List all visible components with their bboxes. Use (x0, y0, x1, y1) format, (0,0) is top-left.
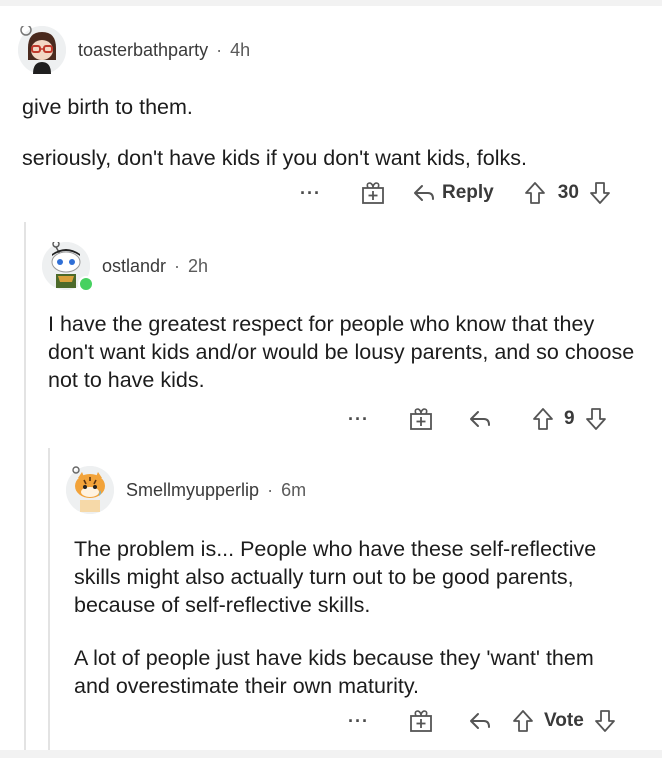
thread-line-1 (24, 222, 26, 750)
snoo-avatar-girl-glasses-icon (18, 26, 66, 74)
user-avatar[interactable] (42, 242, 94, 292)
comment-actions: ··· Reply 30 (300, 178, 611, 208)
gift-award-icon (410, 710, 432, 732)
downvote-button[interactable] (589, 181, 611, 205)
upvote-button[interactable] (532, 407, 554, 431)
downvote-arrow-icon (589, 182, 610, 204)
comment-header: ostlandr · 2h (42, 242, 642, 292)
downvote-arrow-icon (594, 710, 615, 732)
comment-smellmyupperlip: Smellmyupperlip · 6m (66, 466, 646, 514)
comment-actions: ··· Vote (348, 706, 616, 736)
snoo-avatar-tiger-icon (66, 466, 114, 514)
upvote-button[interactable] (512, 709, 534, 733)
online-status-dot (78, 276, 94, 292)
award-button[interactable] (408, 708, 434, 734)
separator-dot: · (174, 255, 181, 276)
comment-ostlandr: ostlandr · 2h (42, 242, 642, 292)
award-button[interactable] (408, 406, 434, 432)
timestamp[interactable]: 4h (230, 40, 250, 61)
gift-award-icon (362, 182, 384, 204)
reply-arrow-icon (470, 411, 490, 427)
vote-count: 30 (557, 182, 579, 203)
reply-button[interactable] (468, 409, 492, 429)
upvote-button[interactable] (524, 181, 546, 205)
reply-button[interactable] (468, 711, 492, 731)
comment-toasterbathparty: toasterbathparty · 4h give birth to them… (18, 26, 648, 170)
upvote-arrow-icon (524, 182, 545, 204)
timestamp[interactable]: 2h (188, 256, 208, 277)
bottom-divider (0, 750, 662, 758)
more-options-button[interactable]: ··· (348, 409, 378, 430)
top-divider (0, 0, 662, 6)
comment-header: toasterbathparty · 4h (18, 26, 648, 74)
downvote-arrow-icon (585, 408, 606, 430)
username[interactable]: ostlandr (102, 256, 166, 277)
separator-dot: · (216, 39, 223, 60)
reply-arrow-icon (414, 185, 434, 201)
separator-dot: · (267, 479, 274, 500)
comment-paragraph: give birth to them. (22, 95, 193, 119)
reply-button[interactable]: Reply (412, 182, 494, 204)
user-avatar[interactable] (66, 466, 114, 514)
user-avatar[interactable] (18, 26, 66, 74)
more-options-button[interactable]: ··· (348, 711, 378, 732)
comment-header: Smellmyupperlip · 6m (66, 466, 646, 514)
comment-paragraph: I have the greatest respect for people w… (48, 312, 635, 392)
vote-label: Vote (544, 710, 584, 731)
comment-paragraph: seriously, don't have kids if you don't … (22, 146, 527, 170)
username[interactable]: Smellmyupperlip (126, 480, 259, 501)
gift-award-icon (410, 408, 432, 430)
comment-paragraph: The problem is... People who have these … (74, 537, 597, 617)
timestamp[interactable]: 6m (281, 480, 306, 501)
upvote-arrow-icon (513, 710, 533, 732)
username[interactable]: toasterbathparty (78, 40, 208, 61)
downvote-button[interactable] (594, 709, 616, 733)
downvote-button[interactable] (585, 407, 607, 431)
reply-arrow-icon (470, 713, 490, 729)
reply-label: Reply (442, 182, 494, 203)
comment-actions: ··· 9 (348, 404, 607, 434)
award-button[interactable] (360, 180, 386, 206)
upvote-arrow-icon (533, 408, 553, 430)
more-options-button[interactable]: ··· (300, 183, 330, 204)
thread-line-2 (48, 448, 50, 750)
vote-count: 9 (564, 408, 575, 429)
comment-paragraph: A lot of people just have kids because t… (74, 646, 594, 698)
